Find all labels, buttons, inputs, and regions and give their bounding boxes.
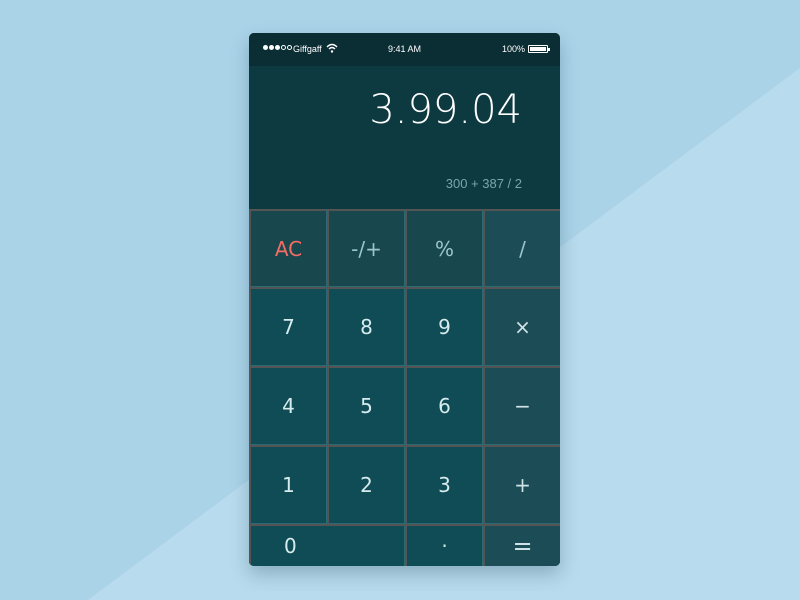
multiply-button[interactable]: ×: [483, 287, 560, 366]
status-bar: Giffgaff 9:41 AM 100%: [249, 33, 560, 66]
digit-0-button[interactable]: 0: [249, 524, 405, 566]
equals-button[interactable]: =: [483, 524, 560, 566]
digit-5-button[interactable]: 5: [327, 366, 405, 445]
battery-icon: [528, 45, 550, 53]
decimal-button[interactable]: ·: [405, 524, 483, 566]
digit-1-button[interactable]: 1: [249, 445, 327, 524]
digit-4-button[interactable]: 4: [249, 366, 327, 445]
plus-button[interactable]: +: [483, 445, 560, 524]
digit-3-button[interactable]: 3: [405, 445, 483, 524]
calculator-phone-frame: Giffgaff 9:41 AM 100% 3.99.04 300 + 387 …: [249, 33, 560, 566]
battery-fill: [530, 47, 546, 51]
expression-text: 300 + 387 / 2: [445, 176, 522, 191]
battery-percentage: 100%: [501, 44, 525, 54]
keypad: AC -/+ % / 7 8 9 × 4 5 6 − 1 2 3 + 0 · =: [249, 209, 560, 566]
digit-7-button[interactable]: 7: [249, 287, 327, 366]
clear-button[interactable]: AC: [249, 209, 327, 287]
digit-2-button[interactable]: 2: [327, 445, 405, 524]
digit-9-button[interactable]: 9: [405, 287, 483, 366]
minus-button[interactable]: −: [483, 366, 560, 445]
digit-8-button[interactable]: 8: [327, 287, 405, 366]
divide-button[interactable]: /: [483, 209, 560, 287]
result-value: 3.99.04: [369, 87, 522, 133]
negate-button[interactable]: -/+: [327, 209, 405, 287]
digit-6-button[interactable]: 6: [405, 366, 483, 445]
calculator-display: 3.99.04 300 + 387 / 2: [249, 66, 560, 209]
percent-button[interactable]: %: [405, 209, 483, 287]
